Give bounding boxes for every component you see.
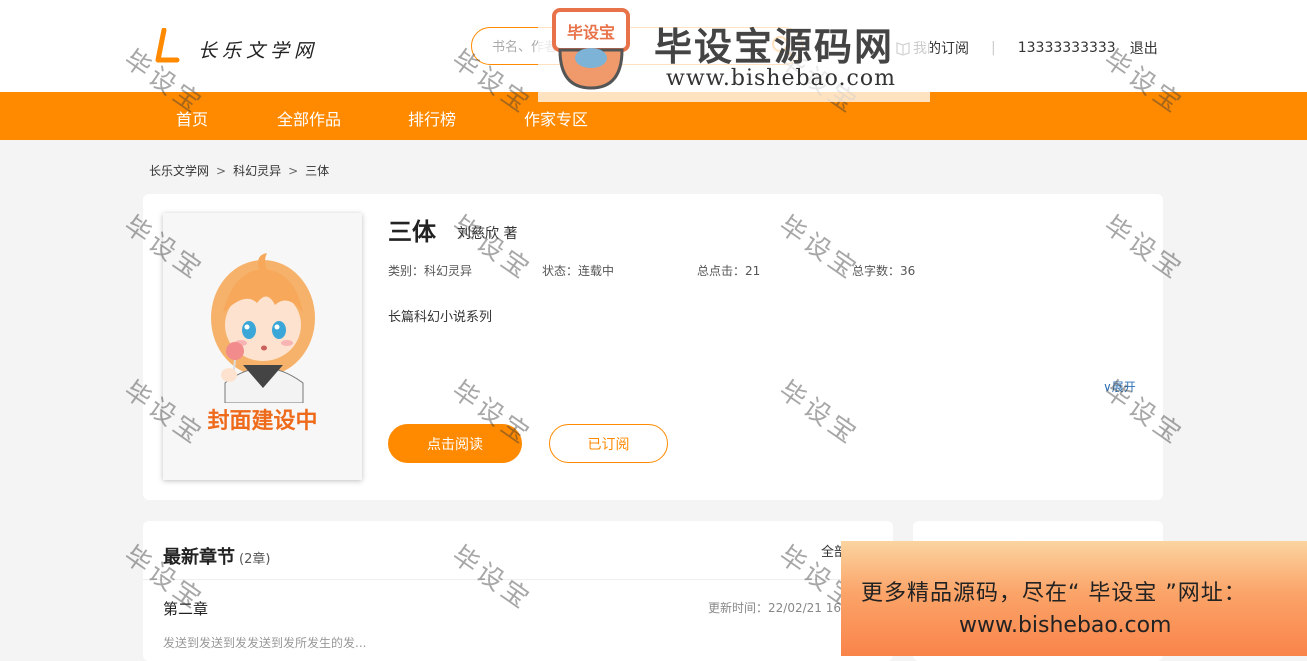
nav-rankings[interactable]: 排行榜 — [408, 106, 456, 130]
book-intro: 长篇科幻小说系列 — [388, 310, 493, 325]
subscribed-button[interactable]: 已订阅 — [549, 424, 668, 463]
brand-badge-icon: 毕设宝 — [552, 8, 630, 90]
chapter-count: (2章) — [239, 552, 271, 567]
book-status: 状态：连载中 — [542, 264, 615, 278]
divider: | — [991, 40, 996, 56]
brand-watermark: 毕设宝 毕设宝源码网 www.bishebao.com — [538, 8, 930, 102]
book-category: 类别：科幻灵异 — [388, 264, 473, 278]
breadcrumb-current: 三体 — [305, 164, 330, 178]
brand-url: www.bishebao.com — [666, 66, 896, 91]
breadcrumb-category[interactable]: 科幻灵异 — [233, 164, 281, 178]
site-logo-text[interactable]: 长乐文学网 — [198, 36, 318, 63]
nav-all-works[interactable]: 全部作品 — [277, 106, 341, 130]
book-clicks: 总点击：21 — [697, 264, 761, 278]
brand-title: 毕设宝源码网 — [654, 25, 895, 69]
book-title: 三体 — [388, 218, 436, 246]
anime-girl-illustration — [211, 253, 315, 404]
brand-badge-text: 毕设宝 — [567, 23, 615, 42]
promo-banner[interactable]: 更多精品源码，尽在“ 毕设宝 ”网址： www.bishebao.com — [841, 541, 1307, 656]
chapter-excerpt: 发送到发送到发发送到发所发生的发... — [163, 636, 367, 650]
breadcrumb-separator: > — [216, 164, 227, 178]
breadcrumb-home[interactable]: 长乐文学网 — [149, 164, 209, 178]
user-phone[interactable]: 13333333333 — [1018, 40, 1116, 56]
promo-url: www.bishebao.com — [959, 613, 1172, 638]
breadcrumb-separator: > — [288, 164, 299, 178]
promo-text: 更多精品源码，尽在“ 毕设宝 ”网址： — [861, 581, 1247, 606]
nav-author-zone[interactable]: 作家专区 — [524, 106, 588, 130]
breadcrumb: 长乐文学网 > 科幻灵异 > 三体 — [149, 162, 329, 179]
